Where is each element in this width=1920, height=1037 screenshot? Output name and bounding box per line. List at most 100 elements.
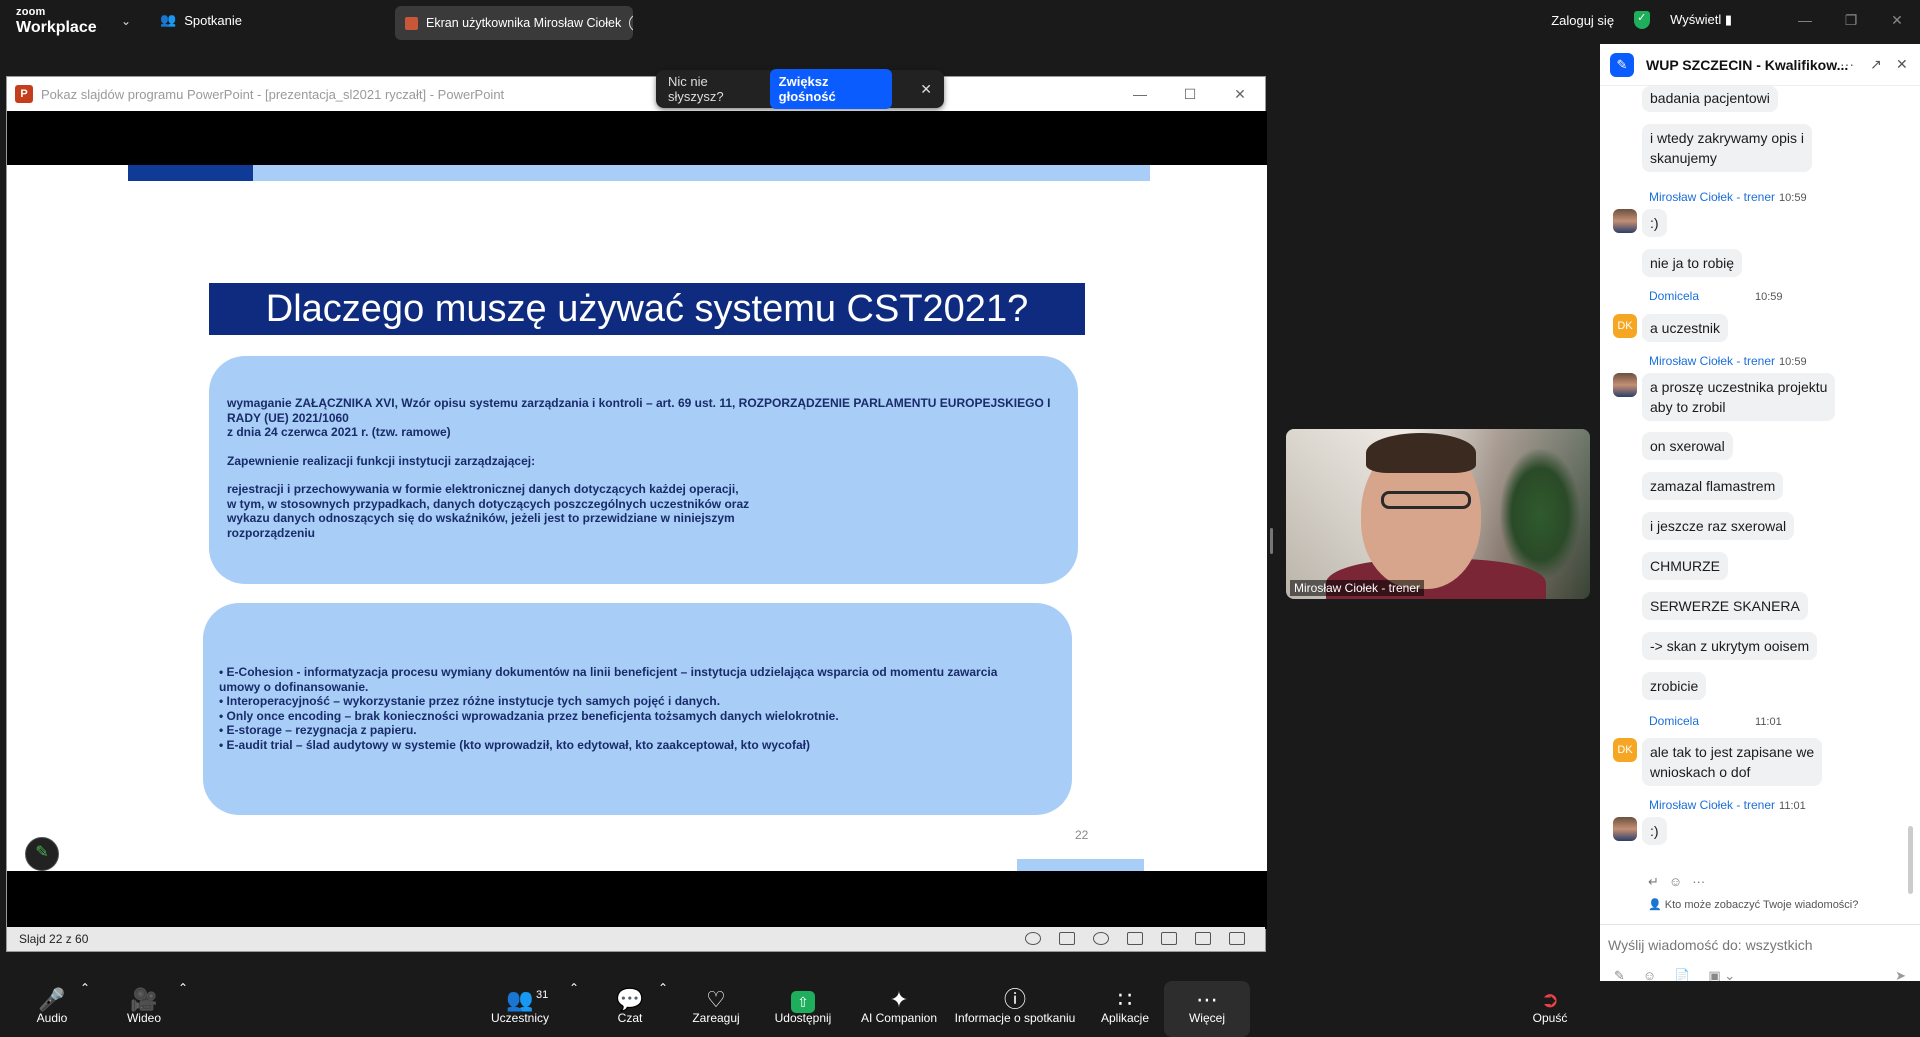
apps-icon: ∷ — [1118, 987, 1132, 1012]
more-icon: ⋯ — [1196, 987, 1218, 1012]
chat-header: ✎ WUP SZCZECIN - Kwalifikow... ··· ↗ ✕ — [1600, 44, 1920, 86]
muted-mic-icon: 🎤 — [38, 987, 66, 1012]
info-icon: ⓘ — [1003, 987, 1026, 1012]
slide-menu-icon[interactable] — [1059, 932, 1075, 945]
chat-message: badania pacjentowi — [1642, 86, 1778, 112]
more-button[interactable]: ⋯ Więcej — [1164, 981, 1250, 1037]
sender-name: Mirosław Ciołek - trener — [1649, 190, 1776, 204]
ppt-minimize-icon[interactable]: — — [1115, 77, 1165, 111]
increase-volume-button[interactable]: Zwiększ głośność — [769, 69, 893, 109]
next-slide-icon[interactable] — [1093, 932, 1109, 945]
ai-companion-button[interactable]: ✦ AI Companion — [858, 981, 940, 1037]
feature-bullet: • Interoperacyjność – wykorzystanie prze… — [219, 694, 721, 708]
avatar[interactable] — [1613, 209, 1637, 233]
message-sender: Domicela 10:59 — [1649, 289, 1783, 303]
pen-annotate-icon[interactable]: ✎ — [25, 837, 59, 871]
box1-paragraph: wymaganie ZAŁĄCZNIKA XVI, Wzór opisu sys… — [227, 396, 1051, 439]
close-icon[interactable]: ✕ — [1874, 12, 1920, 29]
apps-button[interactable]: ∷ Aplikacje — [1096, 981, 1154, 1037]
leave-button[interactable]: ➲ Opuść — [1532, 981, 1568, 1037]
chat-icon: 💬 — [616, 987, 644, 1012]
meeting-label: Spotkanie — [184, 12, 243, 28]
meeting-menu[interactable]: 👥 Spotkanie — [160, 12, 242, 28]
avatar[interactable] — [1613, 817, 1637, 841]
restore-icon[interactable]: ❐ — [1828, 12, 1874, 29]
login-link[interactable]: Zaloguj się — [1551, 13, 1614, 28]
background-plant — [1500, 449, 1580, 579]
people-icon: 👥 — [160, 12, 177, 27]
shared-screen-tab[interactable]: Ekran użytkownika Mirosław Ciołek ··· — [395, 6, 633, 40]
audio-options-caret[interactable]: ⌃ — [80, 981, 90, 1037]
video-options-caret[interactable]: ⌃ — [178, 981, 188, 1037]
participant-video-tile[interactable]: Mirosław Ciołek - trener — [1286, 429, 1590, 599]
feature-bullet: • E-audit trial – ślad audytowy w system… — [219, 737, 811, 752]
message-sender: Mirosław Ciołek - trener 10:59 — [1649, 190, 1807, 204]
leave-label: Opuść — [1532, 1011, 1568, 1025]
slide-letterbox-bottom — [7, 871, 1267, 929]
chat-message: :) — [1642, 817, 1667, 845]
slide-ribbon-light — [253, 165, 1150, 181]
chat-scrollbar[interactable] — [1908, 826, 1913, 894]
chat-caret[interactable]: ⌃ — [658, 981, 668, 1037]
feature-bullet: • E-Cohesion - informatyzacja procesu wy… — [219, 665, 998, 694]
view-menu[interactable]: Wyświetl ▮ — [1670, 12, 1732, 28]
chat-message: -> skan z ukrytym ooisem — [1642, 632, 1818, 660]
meeting-info-button[interactable]: ⓘ Informacje o spotkaniu — [950, 981, 1080, 1037]
share-label: Udostępnij — [774, 1011, 832, 1025]
sorter-view-icon[interactable] — [1161, 932, 1177, 945]
participants-caret[interactable]: ⌃ — [569, 981, 579, 1037]
minimize-icon[interactable]: — — [1782, 12, 1828, 28]
who-sees-label: Kto może zobaczyć Twoje wiadomości? — [1664, 899, 1859, 911]
ppt-close-icon[interactable]: ✕ — [1215, 77, 1265, 111]
chat-more-icon[interactable]: ··· — [1840, 56, 1854, 72]
normal-view-icon[interactable] — [1127, 932, 1143, 945]
reading-view-icon[interactable] — [1195, 932, 1211, 945]
slide-letterbox-top — [7, 111, 1267, 165]
panel-resize-handle[interactable] — [1270, 528, 1273, 554]
chat-message: on sxerowal — [1642, 432, 1733, 460]
chat-label: Czat — [617, 1011, 643, 1025]
security-shield-icon[interactable] — [1634, 11, 1651, 29]
video-label: Wideo — [126, 1011, 161, 1025]
video-off-icon: 🎥 — [130, 987, 158, 1012]
message-time: 11:01 — [1779, 800, 1806, 812]
ppt-maximize-icon[interactable]: ☐ — [1165, 77, 1215, 111]
react-label: Zareaguj — [692, 1011, 740, 1025]
who-sees-link[interactable]: 👤 Kto może zobaczyć Twoje wiadomości? — [1648, 898, 1858, 911]
chat-button[interactable]: 💬 Czat — [610, 981, 650, 1037]
chat-message: ale tak to jest zapisane we wnioskach o … — [1642, 738, 1823, 786]
chat-message: i jeszcze raz sxerowal — [1642, 512, 1795, 540]
more-options-icon[interactable]: ··· — [629, 14, 633, 32]
video-button[interactable]: 🎥 Wideo — [124, 981, 164, 1037]
chat-compose-icon[interactable]: ✎ — [1610, 52, 1634, 77]
chevron-down-icon[interactable]: ⌄ — [121, 14, 131, 28]
avatar[interactable]: DK — [1613, 738, 1637, 762]
message-actions: ↵ ☺ ··· — [1648, 874, 1705, 890]
sparkle-icon: ✦ — [889, 987, 909, 1012]
react-button[interactable]: ♡ Zareaguj — [688, 981, 744, 1037]
chat-message: zrobicie — [1642, 672, 1707, 700]
slide-number: 22 — [1075, 828, 1089, 842]
more-actions-icon[interactable]: ··· — [1692, 874, 1705, 890]
feature-bullet: • Only once encoding – brak konieczności… — [219, 708, 839, 723]
share-button[interactable]: ⇧ Udostępnij — [770, 981, 836, 1037]
chat-message: :) — [1642, 209, 1667, 237]
slide-box-requirements: wymaganie ZAŁĄCZNIKA XVI, Wzór opisu sys… — [209, 356, 1078, 584]
avatar[interactable]: DK — [1613, 314, 1637, 338]
zoom-logo[interactable]: zoom Workplace — [16, 7, 97, 36]
chat-panel: ✎ WUP SZCZECIN - Kwalifikow... ··· ↗ ✕ b… — [1600, 44, 1920, 981]
toast-close-icon[interactable]: ✕ — [920, 81, 932, 98]
slideshow-view-icon[interactable] — [1229, 932, 1245, 945]
prev-slide-icon[interactable] — [1025, 932, 1041, 945]
message-sender: Domicela 11:01 — [1649, 714, 1782, 728]
popout-icon[interactable]: ↗ — [1870, 56, 1882, 73]
slide-ribbon-dark — [128, 165, 253, 181]
chat-close-icon[interactable]: ✕ — [1896, 56, 1908, 73]
apps-label: Aplikacje — [1100, 1011, 1150, 1025]
emoji-react-icon[interactable]: ☺ — [1669, 874, 1682, 890]
avatar[interactable] — [1613, 373, 1637, 397]
message-time: 10:59 — [1755, 291, 1783, 303]
sender-name: Domicela — [1649, 289, 1700, 303]
reply-icon[interactable]: ↵ — [1648, 874, 1659, 890]
audio-button[interactable]: 🎤 Audio — [32, 981, 72, 1037]
